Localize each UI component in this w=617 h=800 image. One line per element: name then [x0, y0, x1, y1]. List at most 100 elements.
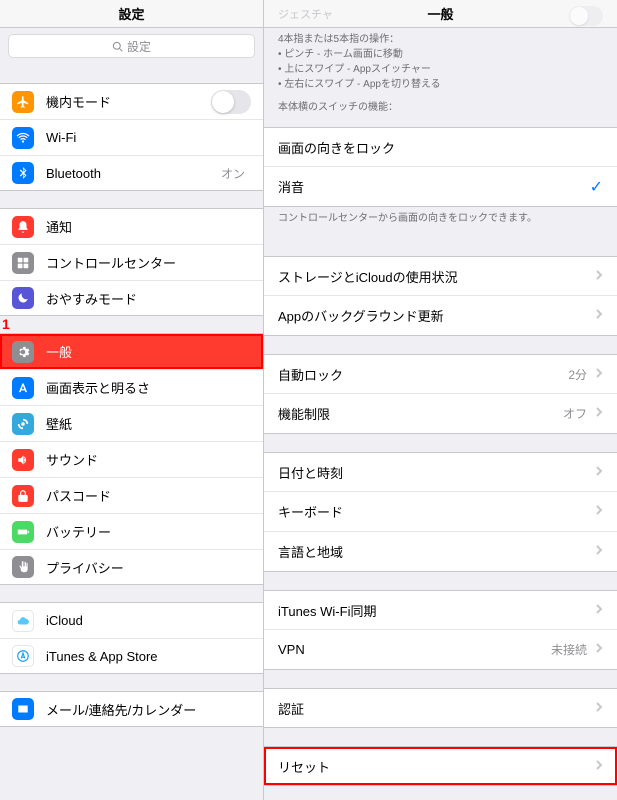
row-label: リセット — [278, 757, 595, 776]
checkmark-icon: ✓ — [590, 177, 603, 197]
sidebar-item-moon[interactable]: おやすみモード — [0, 280, 263, 316]
detail-header: ジェスチャ 一般 — [264, 0, 617, 28]
setting-row[interactable]: 自動ロック2分 — [264, 354, 617, 394]
sidebar-item-wifi[interactable]: Wi-Fi — [0, 119, 263, 155]
row-label: 消音 — [278, 177, 590, 196]
sidebar-item-appstore[interactable]: iTunes & App Store — [0, 638, 263, 674]
wallpaper-icon — [12, 413, 34, 435]
sidebar-item-label: バッテリー — [46, 522, 251, 541]
sidebar-item-speaker[interactable]: サウンド — [0, 441, 263, 477]
search-input[interactable]: 設定 — [8, 34, 255, 58]
hand-icon — [12, 556, 34, 578]
chevron-right-icon — [595, 603, 603, 615]
detail-pane: ジェスチャ 一般 4本指または5本指の操作：• ピンチ - ホーム画面に移動• … — [264, 0, 617, 800]
sidebar-item-text[interactable]: 画面表示と明るさ — [0, 369, 263, 405]
sidebar-item-label: Wi-Fi — [46, 130, 245, 145]
sidebar-item-bell[interactable]: 通知 — [0, 208, 263, 244]
controls-icon — [12, 252, 34, 274]
row-label: 日付と時刻 — [278, 463, 595, 482]
row-label: ストレージとiCloudの使用状況 — [278, 267, 595, 286]
search-wrap: 設定 — [0, 28, 263, 66]
sidebar-item-label: 機内モード — [46, 92, 211, 111]
setting-row[interactable]: 言語と地域 — [264, 532, 617, 572]
sidebar-item-bluetooth[interactable]: Bluetoothオン — [0, 155, 263, 191]
toggle-ghost — [569, 6, 603, 26]
sidebar-item-airplane[interactable]: 機内モード — [0, 83, 263, 119]
sidebar-item-label: サウンド — [46, 450, 251, 469]
setting-row[interactable]: 2リセット — [264, 746, 617, 786]
setting-row[interactable]: ストレージとiCloudの使用状況 — [264, 256, 617, 296]
sidebar-groups: 機内モード Wi-Fi Bluetoothオン通知コントロールセンターおやすみモード… — [0, 66, 263, 800]
setting-row[interactable]: 認証 — [264, 688, 617, 728]
sidebar-item-label: 通知 — [46, 217, 251, 236]
sidebar-item-controls[interactable]: コントロールセンター — [0, 244, 263, 280]
detail-content: 4本指または5本指の操作：• ピンチ - ホーム画面に移動• 上にスワイプ - … — [264, 28, 617, 800]
chevron-right-icon — [595, 269, 603, 281]
sidebar-item-label: 画面表示と明るさ — [46, 378, 251, 397]
chevron-right-icon — [595, 504, 603, 516]
setting-row[interactable]: キーボード — [264, 492, 617, 532]
sidebar-item-label: コントロールセンター — [46, 253, 251, 272]
sidebar-item-hand[interactable]: プライバシー — [0, 549, 263, 585]
battery-icon — [12, 521, 34, 543]
row-value: 2分 — [568, 366, 587, 383]
appstore-icon — [12, 645, 34, 667]
sidebar-item-wallpaper[interactable]: 壁紙 — [0, 405, 263, 441]
sidebar-item-label: iTunes & App Store — [46, 649, 251, 664]
sidebar-item-label: プライバシー — [46, 558, 251, 577]
gesture-help-text: 4本指または5本指の操作：• ピンチ - ホーム画面に移動• 上にスワイプ - … — [264, 28, 617, 127]
search-icon — [112, 41, 123, 52]
row-label: 言語と地域 — [278, 542, 595, 561]
row-label: 画面の向きをロック — [278, 138, 603, 157]
detail-title: 一般 — [427, 4, 453, 23]
chevron-right-icon — [595, 308, 603, 320]
chevron-right-icon — [595, 759, 603, 771]
row-label: 自動ロック — [278, 365, 568, 384]
sidebar-item-cloud[interactable]: iCloud — [0, 602, 263, 638]
back-button-ghost: ジェスチャ — [278, 6, 333, 22]
switch-option-row[interactable]: 画面の向きをロック — [264, 127, 617, 167]
gear-icon — [12, 341, 34, 363]
sidebar-item-lock[interactable]: パスコード — [0, 477, 263, 513]
switch-option-row[interactable]: 消音✓ — [264, 167, 617, 207]
wifi-icon — [12, 127, 34, 149]
row-value: オフ — [563, 405, 587, 422]
chevron-right-icon — [595, 701, 603, 713]
chevron-right-icon — [595, 406, 603, 418]
sidebar-item-label: iCloud — [46, 613, 251, 628]
bluetooth-icon — [12, 162, 34, 184]
sidebar-item-battery[interactable]: バッテリー — [0, 513, 263, 549]
sidebar-item-label: 一般 — [46, 342, 251, 361]
search-placeholder: 設定 — [127, 38, 151, 55]
sidebar-item-label: 壁紙 — [46, 414, 251, 433]
switch-footer-text: コントロールセンターから画面の向きをロックできます。 — [264, 207, 617, 238]
sidebar-item-gear[interactable]: 1一般 — [0, 333, 263, 369]
sidebar-item-value: オン — [221, 165, 245, 182]
sidebar-item-label: おやすみモード — [46, 289, 251, 308]
airplane-icon — [12, 91, 34, 113]
setting-row[interactable]: iTunes Wi-Fi同期 — [264, 590, 617, 630]
row-label: キーボード — [278, 502, 595, 521]
sidebar-title: 設定 — [0, 0, 263, 28]
cloud-icon — [12, 610, 34, 632]
row-label: 機能制限 — [278, 404, 563, 423]
chevron-right-icon — [595, 544, 603, 556]
row-label: VPN — [278, 642, 551, 657]
sidebar-item-label: メール/連絡先/カレンダー — [46, 700, 251, 719]
row-value: 未接続 — [551, 641, 587, 658]
chevron-right-icon — [595, 465, 603, 477]
row-label: iTunes Wi-Fi同期 — [278, 601, 595, 620]
text-icon — [12, 377, 34, 399]
setting-row[interactable]: 日付と時刻 — [264, 452, 617, 492]
mail-icon — [12, 698, 34, 720]
sidebar-item-label: Bluetooth — [46, 166, 221, 181]
setting-row[interactable]: Appのバックグラウンド更新 — [264, 296, 617, 336]
sidebar-item-mail[interactable]: メール/連絡先/カレンダー — [0, 691, 263, 727]
setting-row[interactable]: VPN未接続 — [264, 630, 617, 670]
speaker-icon — [12, 449, 34, 471]
chevron-right-icon — [595, 367, 603, 379]
toggle-switch[interactable] — [211, 90, 251, 114]
chevron-right-icon — [595, 642, 603, 654]
bell-icon — [12, 216, 34, 238]
setting-row[interactable]: 機能制限オフ — [264, 394, 617, 434]
